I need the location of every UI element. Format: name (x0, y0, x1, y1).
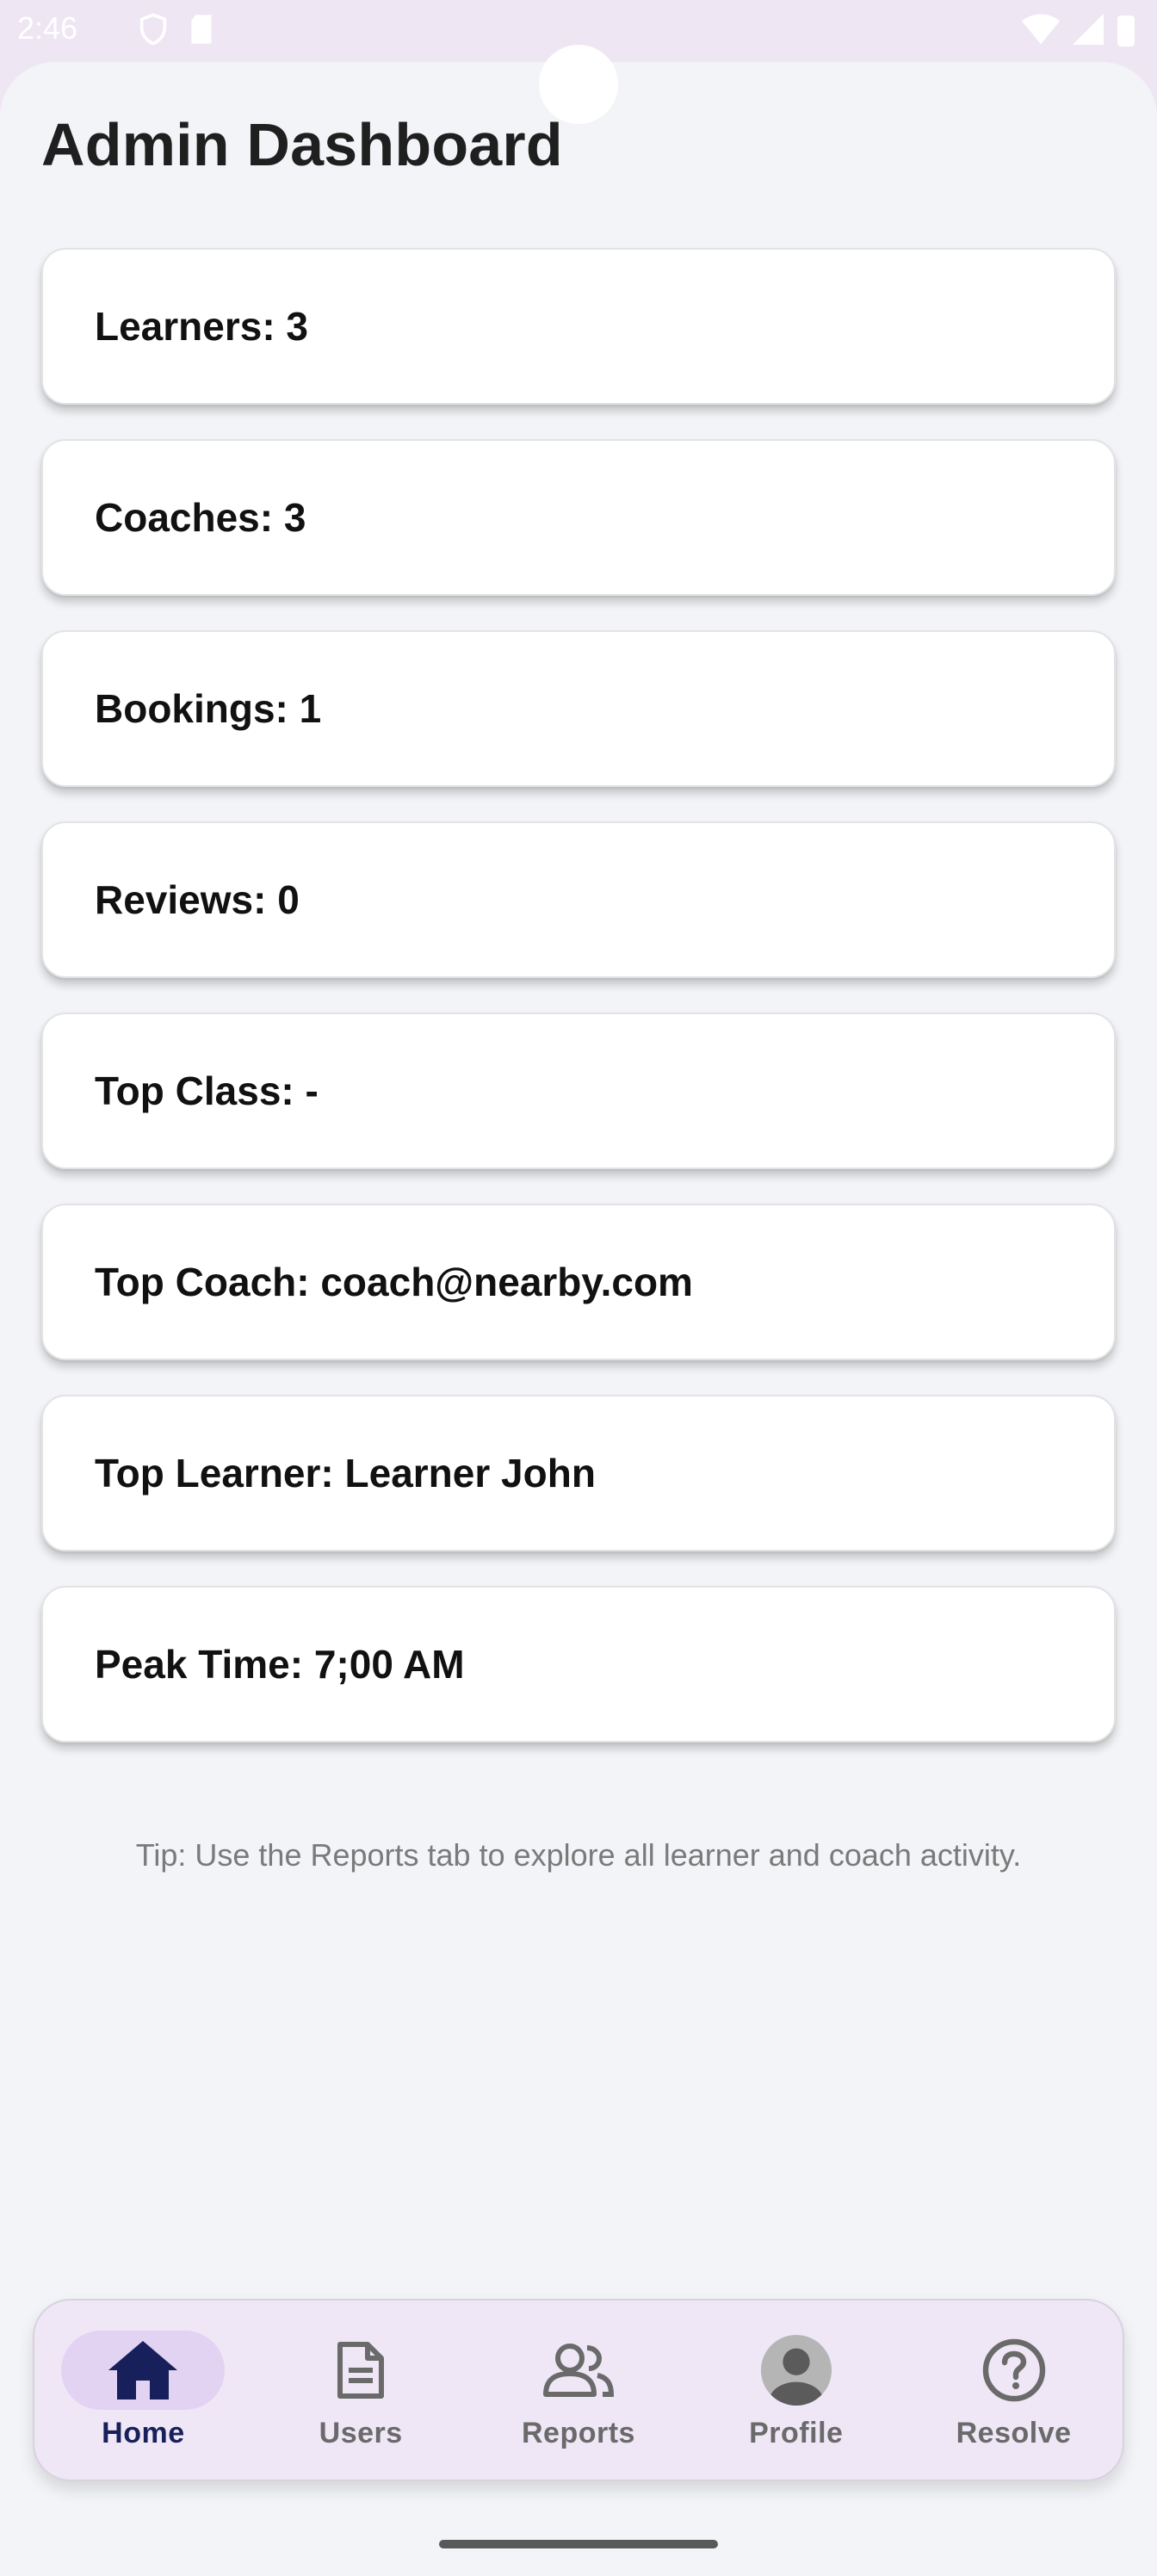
gesture-home-indicator[interactable] (439, 2540, 718, 2548)
shield-icon (139, 13, 167, 46)
stat-card-top-learner: Top Learner: Learner John (41, 1395, 1116, 1551)
stat-card-top-class: Top Class: - (41, 1012, 1116, 1169)
bottom-navigation: Home Users Reports Profile Resolve (33, 2299, 1124, 2481)
nav-item-reports[interactable]: Reports (480, 2331, 677, 2450)
nav-label-profile: Profile (749, 2416, 844, 2449)
nav-item-profile[interactable]: Profile (697, 2331, 895, 2450)
stat-coaches-text: Coaches: 3 (95, 495, 306, 540)
nav-item-home[interactable]: Home (44, 2330, 242, 2450)
nav-item-resolve[interactable]: Resolve (915, 2331, 1113, 2450)
tip-text: Tip: Use the Reports tab to explore all … (135, 1837, 1022, 1873)
nav-label-users: Users (319, 2416, 403, 2449)
avatar-icon (760, 2334, 832, 2406)
stat-card-reviews: Reviews: 0 (41, 821, 1116, 978)
stat-card-coaches: Coaches: 3 (41, 439, 1116, 596)
stat-reviews-text: Reviews: 0 (95, 877, 300, 922)
help-circle-icon (982, 2338, 1045, 2401)
home-icon (108, 2340, 178, 2400)
battery-icon (1117, 15, 1135, 46)
status-right-icons (1021, 12, 1136, 46)
nav-active-indicator (61, 2330, 226, 2410)
document-icon (337, 2341, 385, 2399)
status-time: 2:46 (17, 10, 78, 46)
stat-top-coach-text: Top Coach: coach@nearby.com (95, 1260, 693, 1304)
stat-card-learners: Learners: 3 (41, 248, 1116, 405)
page-title: Admin Dashboard (41, 111, 563, 178)
stat-top-learner-text: Top Learner: Learner John (95, 1451, 596, 1495)
stat-card-top-coach: Top Coach: coach@nearby.com (41, 1204, 1116, 1360)
stat-top-class-text: Top Class: - (95, 1068, 319, 1113)
stat-peak-time-text: Peak Time: 7;00 AM (95, 1642, 465, 1687)
stat-card-peak-time: Peak Time: 7;00 AM (41, 1586, 1116, 1743)
people-icon (542, 2343, 614, 2397)
sd-card-icon (191, 15, 212, 44)
status-left-icons (136, 12, 217, 46)
nav-label-resolve: Resolve (956, 2416, 1072, 2449)
nav-label-reports: Reports (522, 2416, 635, 2449)
stat-card-bookings: Bookings: 1 (41, 630, 1116, 787)
nav-item-users[interactable]: Users (262, 2331, 460, 2450)
stat-bookings-text: Bookings: 1 (95, 686, 322, 731)
signal-icon (1073, 14, 1104, 45)
stat-learners-text: Learners: 3 (95, 304, 309, 349)
wifi-icon (1021, 14, 1061, 45)
nav-label-home: Home (102, 2416, 185, 2449)
stats-list: Learners: 3 Coaches: 3 Bookings: 1 Revie… (41, 248, 1116, 1777)
